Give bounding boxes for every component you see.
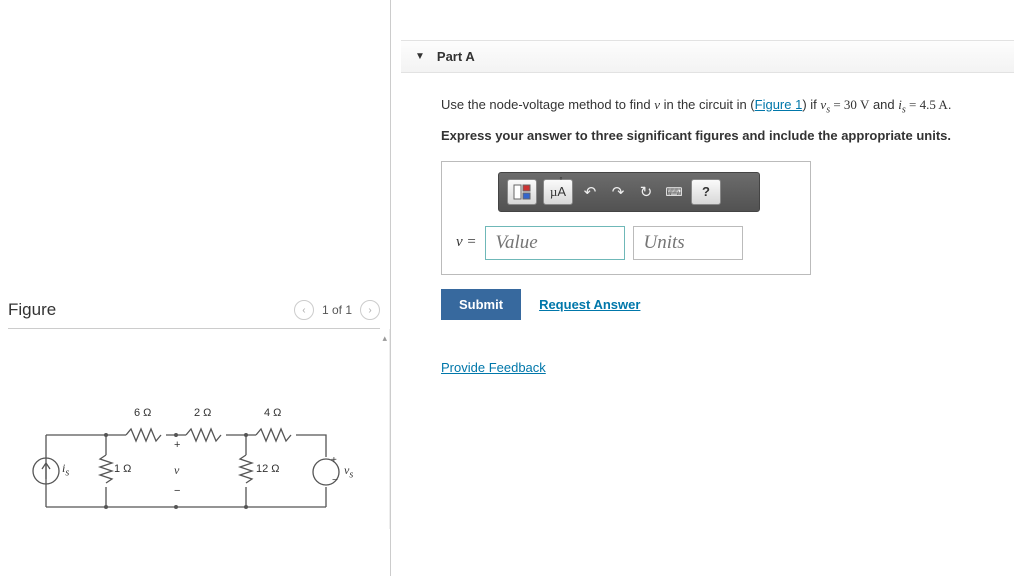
pager-next-button[interactable]: ›: [360, 300, 380, 320]
label-is: is: [62, 461, 69, 478]
figure-link[interactable]: Figure 1: [755, 97, 803, 112]
units-input[interactable]: [633, 226, 743, 260]
question-text: Use the node-voltage method to find v in…: [441, 95, 1004, 118]
formula-toolbar: µA° ↶ ↷ ↻ ⌨ ?: [498, 172, 760, 212]
redo-button[interactable]: ↷: [607, 183, 629, 201]
equation-label: v =: [456, 234, 477, 251]
feedback-row: Provide Feedback: [441, 360, 1004, 375]
label-r1: 1 Ω: [114, 463, 131, 475]
request-answer-link[interactable]: Request Answer: [539, 297, 640, 312]
figure-header: Figure ‹ 1 of 1 ›: [8, 300, 390, 328]
label-plus: +: [174, 439, 180, 451]
circuit-diagram: 6 Ω 2 Ω 4 Ω 1 Ω 12 Ω is + v − + − vs: [26, 417, 366, 530]
submit-button[interactable]: Submit: [441, 289, 521, 320]
label-r6: 6 Ω: [134, 407, 151, 419]
figure-panel: Figure ‹ 1 of 1 › ▴: [0, 0, 390, 576]
collapse-icon: ▼: [415, 51, 425, 62]
label-r12: 12 Ω: [256, 463, 280, 475]
reset-button[interactable]: ↻: [635, 183, 657, 201]
part-title: Part A: [437, 49, 475, 64]
units-button[interactable]: µA°: [543, 179, 573, 205]
instruction-text: Express your answer to three significant…: [441, 128, 1004, 143]
figure-body: ▴: [8, 329, 390, 529]
pager-text: 1 of 1: [322, 303, 352, 317]
undo-button[interactable]: ↶: [579, 183, 601, 201]
part-header[interactable]: ▼ Part A: [401, 40, 1014, 73]
label-vs-minus: −: [332, 475, 338, 486]
label-r4: 4 Ω: [264, 407, 281, 419]
label-minus: −: [174, 485, 180, 497]
figure-title: Figure: [8, 300, 56, 320]
input-row: v =: [442, 212, 810, 274]
label-vs-plus: +: [331, 455, 337, 466]
scroll-up-icon[interactable]: ▴: [382, 333, 387, 344]
submit-row: Submit Request Answer: [441, 289, 1004, 320]
keyboard-button[interactable]: ⌨: [663, 185, 685, 199]
label-r2: 2 Ω: [194, 407, 211, 419]
templates-button[interactable]: [507, 179, 537, 205]
pager-prev-button[interactable]: ‹: [294, 300, 314, 320]
question-panel: ▼ Part A Use the node-voltage method to …: [391, 0, 1024, 576]
label-v: v: [174, 463, 179, 478]
answer-box: µA° ↶ ↷ ↻ ⌨ ? v =: [441, 161, 811, 275]
value-input[interactable]: [485, 226, 625, 260]
figure-pager: ‹ 1 of 1 ›: [294, 300, 380, 320]
label-vs: vs: [344, 463, 353, 480]
help-button[interactable]: ?: [691, 179, 721, 205]
provide-feedback-link[interactable]: Provide Feedback: [441, 360, 546, 375]
